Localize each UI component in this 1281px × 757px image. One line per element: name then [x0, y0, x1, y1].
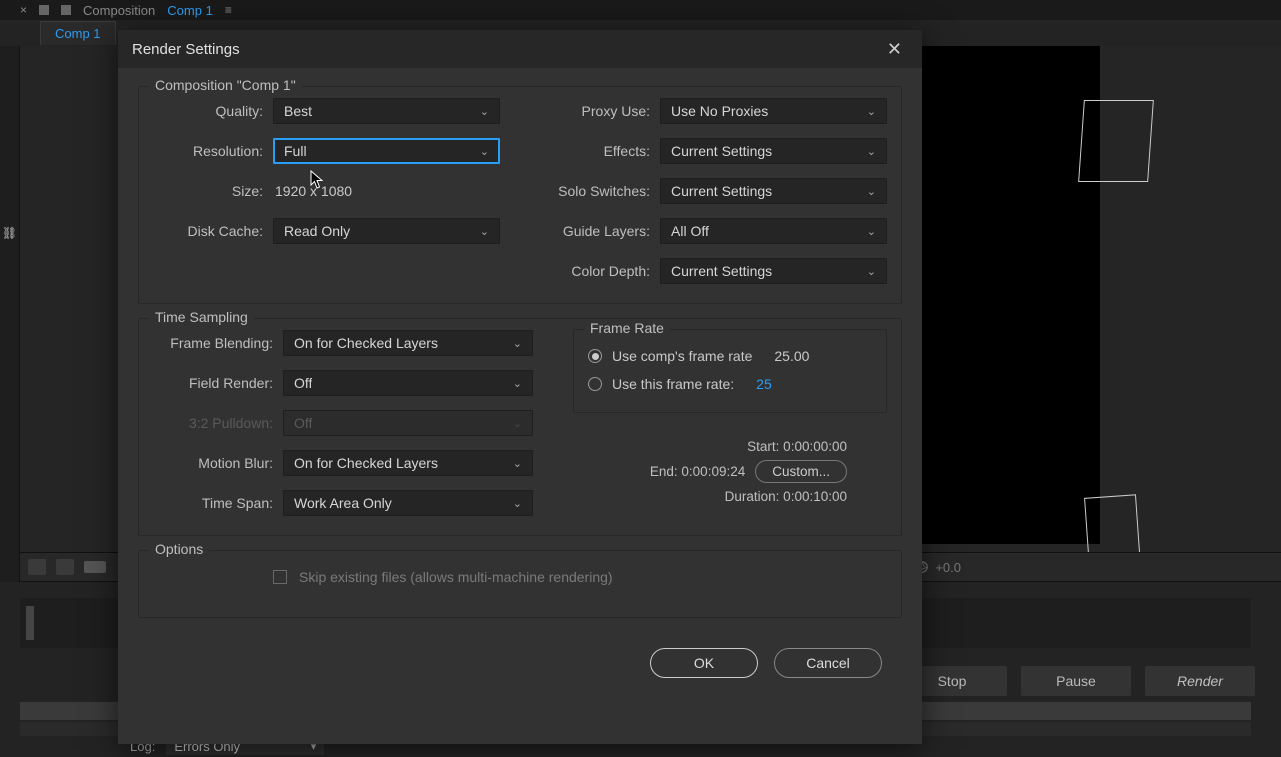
footer-icon-2[interactable]	[56, 559, 74, 575]
chevron-down-icon: ⌄	[867, 185, 876, 198]
quality-select[interactable]: Best ⌄	[273, 98, 500, 124]
start-time: Start: 0:00:00:00	[747, 439, 847, 454]
chevron-down-icon: ⌄	[513, 337, 522, 350]
panel-tab-strip: × Composition Comp 1 ≡	[0, 0, 1281, 20]
ok-button[interactable]: OK	[650, 648, 758, 678]
composition-legend: Composition "Comp 1"	[149, 77, 302, 93]
chevron-down-icon: ⌄	[480, 145, 489, 158]
disk-cache-label: Disk Cache:	[153, 223, 263, 239]
cancel-button[interactable]: Cancel	[774, 648, 882, 678]
chevron-down-icon: ⌄	[867, 145, 876, 158]
time-sampling-legend: Time Sampling	[149, 309, 254, 325]
close-icon[interactable]: ×	[20, 3, 27, 17]
options-legend: Options	[149, 541, 209, 557]
guide-select[interactable]: All Off ⌄	[660, 218, 887, 244]
skip-existing-label: Skip existing files (allows multi-machin…	[299, 569, 613, 585]
chevron-down-icon: ⌄	[480, 105, 489, 118]
layer-handle-1[interactable]	[1078, 100, 1154, 182]
use-this-frame-rate-value[interactable]: 25	[756, 376, 772, 392]
use-comp-frame-rate-radio[interactable]	[588, 349, 602, 363]
dialog-body: Composition "Comp 1" Quality: Best ⌄ Res…	[118, 68, 922, 744]
panel-menu-icon[interactable]	[39, 5, 49, 15]
field-render-label: Field Render:	[153, 375, 273, 391]
exposure-readout: +0.0	[915, 560, 961, 575]
use-comp-frame-rate-label: Use comp's frame rate	[612, 348, 752, 364]
motion-blur-select[interactable]: On for Checked Layers ⌄	[283, 450, 533, 476]
chevron-down-icon: ⌄	[513, 417, 522, 430]
time-sampling-right-col: Frame Rate Use comp's frame rate 25.00 U…	[573, 329, 887, 517]
guide-label: Guide Layers:	[540, 223, 650, 239]
pulldown-label: 3:2 Pulldown:	[153, 415, 273, 431]
effects-label: Effects:	[540, 143, 650, 159]
composition-fieldset: Composition "Comp 1" Quality: Best ⌄ Res…	[138, 86, 902, 304]
pause-button[interactable]: Pause	[1021, 666, 1131, 696]
chevron-down-icon: ⌄	[513, 497, 522, 510]
close-icon[interactable]: ✕	[881, 35, 908, 64]
quality-label: Quality:	[153, 103, 263, 119]
dialog-footer: OK Cancel	[138, 632, 902, 698]
panel-title-name: Comp 1	[167, 3, 213, 18]
render-button[interactable]: Render	[1145, 666, 1255, 696]
panel-title-prefix: Composition	[83, 3, 155, 18]
resolution-select[interactable]: Full ⌄	[273, 138, 500, 164]
chevron-down-icon: ⌄	[867, 265, 876, 278]
queue-item-handle[interactable]	[26, 606, 34, 640]
resolution-label: Resolution:	[153, 143, 263, 159]
skip-existing-checkbox	[273, 570, 287, 584]
exposure-value: +0.0	[935, 560, 961, 575]
composition-tab[interactable]: Comp 1	[40, 21, 116, 45]
size-value: 1920 x 1080	[273, 183, 352, 199]
time-span-select[interactable]: Work Area Only ⌄	[283, 490, 533, 516]
proxy-label: Proxy Use:	[540, 103, 650, 119]
time-sampling-left-col: Frame Blending: On for Checked Layers ⌄ …	[153, 329, 533, 517]
duration-time: Duration: 0:00:10:00	[725, 489, 847, 504]
size-label: Size:	[153, 183, 263, 199]
use-comp-frame-rate-value: 25.00	[774, 348, 809, 364]
chevron-down-icon: ⌄	[480, 225, 489, 238]
footer-icon-1[interactable]	[28, 559, 46, 575]
options-fieldset: Options Skip existing files (allows mult…	[138, 550, 902, 618]
custom-time-span-button[interactable]: Custom...	[755, 460, 847, 483]
chevron-down-icon: ⌄	[513, 457, 522, 470]
queue-buttons: Stop Pause Render	[897, 666, 1255, 696]
solo-select[interactable]: Current Settings ⌄	[660, 178, 887, 204]
effects-select[interactable]: Current Settings ⌄	[660, 138, 887, 164]
composition-tab-row: Comp 1	[40, 20, 116, 46]
solo-label: Solo Switches:	[540, 183, 650, 199]
end-time: End: 0:00:09:24	[650, 464, 745, 479]
composition-left-col: Quality: Best ⌄ Resolution: Full ⌄	[153, 97, 500, 285]
time-sampling-fieldset: Time Sampling Frame Blending: On for Che…	[138, 318, 902, 536]
use-this-frame-rate-radio[interactable]	[588, 377, 602, 391]
mask-toggle-icon[interactable]	[84, 561, 106, 573]
disk-cache-select[interactable]: Read Only ⌄	[273, 218, 500, 244]
chevron-down-icon: ⌄	[867, 105, 876, 118]
field-render-select[interactable]: Off ⌄	[283, 370, 533, 396]
time-span-label: Time Span:	[153, 495, 273, 511]
frame-rate-legend: Frame Rate	[584, 320, 670, 336]
frame-blending-label: Frame Blending:	[153, 335, 273, 351]
frame-blending-select[interactable]: On for Checked Layers ⌄	[283, 330, 533, 356]
panel-menu-caret-icon[interactable]: ≡	[225, 3, 232, 17]
dialog-title: Render Settings	[132, 41, 240, 58]
chevron-down-icon: ⌄	[867, 225, 876, 238]
panel-grid-icon[interactable]	[61, 5, 71, 15]
depth-select[interactable]: Current Settings ⌄	[660, 258, 887, 284]
time-range-readout: Start: 0:00:00:00 End: 0:00:09:24 Custom…	[573, 439, 887, 504]
frame-rate-group: Frame Rate Use comp's frame rate 25.00 U…	[573, 329, 887, 413]
dialog-titlebar: Render Settings ✕	[118, 30, 922, 68]
proxy-select[interactable]: Use No Proxies ⌄	[660, 98, 887, 124]
motion-blur-label: Motion Blur:	[153, 455, 273, 471]
render-settings-dialog: Render Settings ✕ Composition "Comp 1" Q…	[118, 30, 922, 744]
composition-right-col: Proxy Use: Use No Proxies ⌄ Effects: Cur…	[540, 97, 887, 285]
pulldown-select: Off ⌄	[283, 410, 533, 436]
flow-tool-icon[interactable]: ⛓	[1, 224, 19, 242]
depth-label: Color Depth:	[540, 263, 650, 279]
use-this-frame-rate-label: Use this frame rate:	[612, 376, 734, 392]
chevron-down-icon: ⌄	[513, 377, 522, 390]
